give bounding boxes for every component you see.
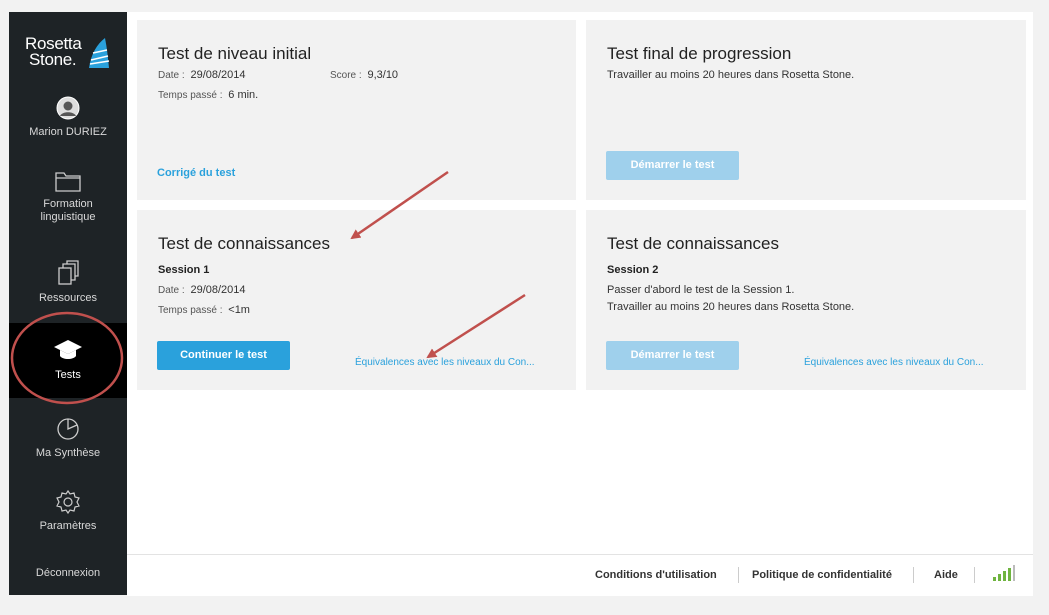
- gear-icon: [56, 490, 80, 514]
- card-knowledge-test-2: Test de connaissances Session 2 Passer d…: [586, 210, 1026, 390]
- card-title: Test de connaissances: [158, 234, 330, 253]
- sidebar-item-label: Paramètres: [39, 520, 97, 532]
- session-label: Session 1: [158, 264, 210, 276]
- user-avatar-icon: [56, 96, 80, 120]
- session-label: Session 2: [607, 264, 659, 276]
- time-value: 6 min.: [228, 89, 259, 101]
- signal-strength-icon: [993, 565, 1015, 581]
- sidebar-item-tests[interactable]: Tests: [9, 323, 127, 398]
- footer-divider: [974, 567, 975, 583]
- card-knowledge-test-1: Test de connaissances Session 1 Date : 2…: [137, 210, 576, 390]
- date-meta: Date : 29/08/2014: [158, 69, 246, 81]
- main-content: Test de niveau initial Date : 29/08/2014…: [127, 12, 1033, 596]
- rosetta-stone-logo[interactable]: Rosetta Stone.: [9, 26, 127, 82]
- footer: Conditions d'utilisation Politique de co…: [127, 554, 1033, 596]
- sidebar-item-label: Ma Synthèse: [35, 447, 101, 459]
- logo-text: Rosetta Stone.: [25, 35, 82, 69]
- card-final-test: Test final de progression Travailler au …: [586, 20, 1026, 200]
- sidebar-item-label: Formation linguistique: [40, 198, 96, 223]
- footer-divider: [738, 567, 739, 583]
- graduation-cap-icon: [54, 340, 82, 359]
- sidebar: Rosetta Stone. Marion DURIEZ Formation l…: [9, 12, 127, 595]
- date-meta: Date : 29/08/2014: [158, 284, 246, 296]
- logout-link[interactable]: Déconnexion: [9, 567, 127, 579]
- user-profile[interactable]: Marion DURIEZ: [9, 96, 127, 139]
- terms-link[interactable]: Conditions d'utilisation: [595, 569, 717, 581]
- time-label: Temps passé :: [158, 90, 223, 101]
- folder-icon: [55, 172, 81, 192]
- sidebar-item-synthese[interactable]: Ma Synthèse: [9, 417, 127, 460]
- documents-icon: [58, 260, 79, 285]
- privacy-link[interactable]: Politique de confidentialité: [752, 569, 892, 581]
- session-2-requirement: Travailler au moins 20 heures dans Roset…: [607, 301, 855, 313]
- equivalences-link[interactable]: Équivalences avec les niveaux du Con...: [804, 357, 984, 368]
- logo-line-2: Stone.: [29, 50, 77, 69]
- sidebar-item-formation[interactable]: Formation linguistique: [9, 170, 127, 224]
- sidebar-item-parametres[interactable]: Paramètres: [9, 490, 127, 533]
- score-value: 9,3/10: [367, 69, 399, 81]
- pie-chart-icon: [57, 418, 79, 440]
- test-answers-link[interactable]: Corrigé du test: [157, 167, 235, 179]
- time-value: <1m: [228, 304, 250, 316]
- user-name: Marion DURIEZ: [29, 126, 107, 138]
- equivalences-link[interactable]: Équivalences avec les niveaux du Con...: [355, 357, 535, 368]
- card-title: Test de niveau initial: [158, 44, 312, 63]
- date-value: 29/08/2014: [190, 284, 246, 296]
- sidebar-item-ressources[interactable]: Ressources: [9, 260, 127, 305]
- date-label: Date :: [158, 70, 185, 81]
- footer-divider: [913, 567, 914, 583]
- time-meta: Temps passé : <1m: [158, 304, 250, 316]
- logo-sail-icon: [89, 38, 110, 68]
- final-test-requirement: Travailler au moins 20 heures dans Roset…: [607, 69, 855, 81]
- date-value: 29/08/2014: [190, 69, 246, 81]
- score-label: Score :: [330, 70, 362, 81]
- time-meta: Temps passé : 6 min.: [158, 89, 258, 101]
- session-2-prerequisite: Passer d'abord le test de la Session 1.: [607, 284, 795, 296]
- time-label: Temps passé :: [158, 305, 223, 316]
- score-meta: Score : 9,3/10: [330, 69, 398, 81]
- card-initial-test: Test de niveau initial Date : 29/08/2014…: [137, 20, 576, 200]
- sidebar-item-label: Ressources: [38, 292, 98, 304]
- card-title: Test final de progression: [607, 44, 792, 63]
- date-label: Date :: [158, 285, 185, 296]
- start-final-test-button[interactable]: Démarrer le test: [606, 151, 739, 180]
- continue-test-button[interactable]: Continuer le test: [157, 341, 290, 370]
- start-session-2-button[interactable]: Démarrer le test: [606, 341, 739, 370]
- sidebar-item-label: Tests: [55, 369, 81, 381]
- help-link[interactable]: Aide: [934, 569, 958, 581]
- card-title: Test de connaissances: [607, 234, 779, 253]
